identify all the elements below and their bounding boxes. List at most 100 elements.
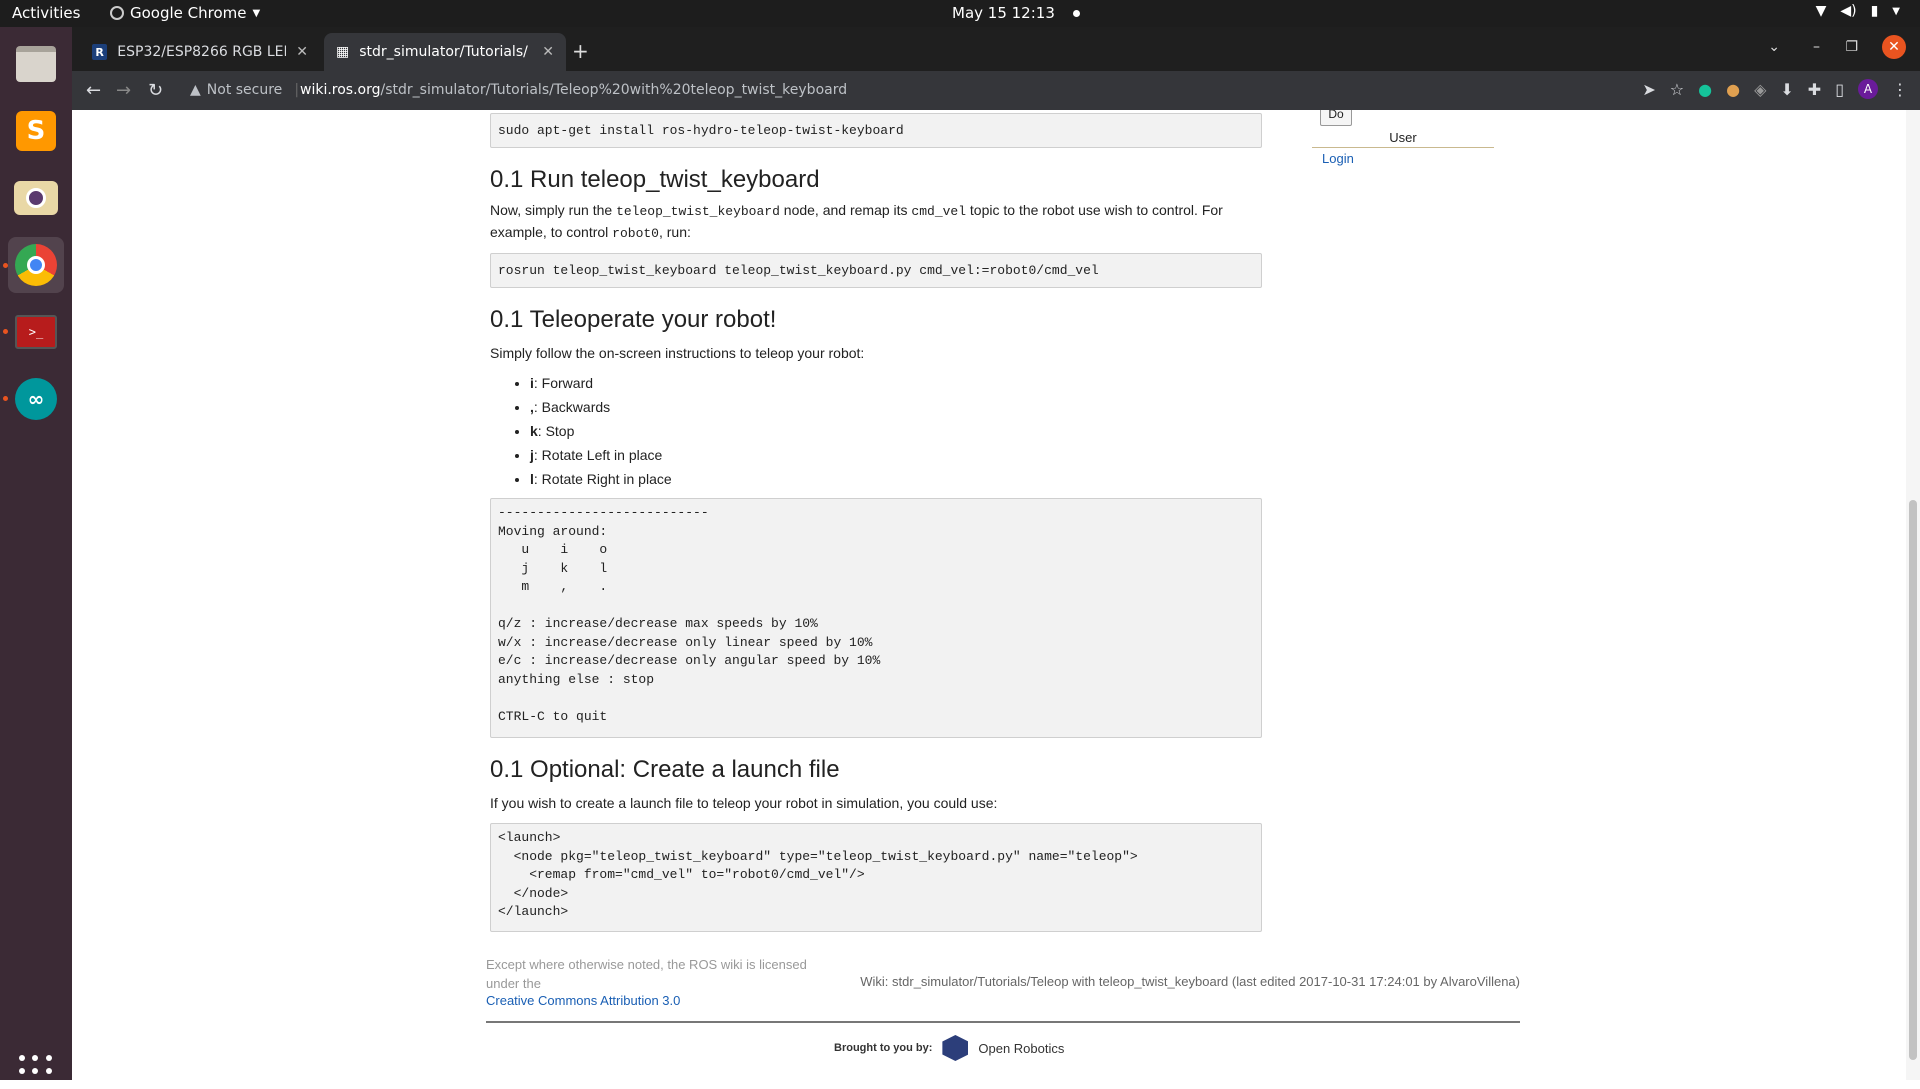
- clock[interactable]: May 15 12:13: [952, 4, 1080, 22]
- chrome-icon: [15, 244, 57, 286]
- key-desc: : Rotate Left in place: [533, 447, 663, 463]
- dock-files[interactable]: [8, 36, 64, 92]
- new-tab-button[interactable]: +: [572, 39, 589, 63]
- files-icon: [16, 46, 56, 82]
- run-heading: 0.1 Run teleop_twist_keyboard: [490, 166, 820, 193]
- wifi-icon: ▼: [1815, 3, 1827, 19]
- terminal-icon: >_: [15, 315, 57, 349]
- page-info: Wiki: stdr_simulator/Tutorials/Teleop wi…: [860, 974, 1520, 989]
- address-bar[interactable]: wiki.ros.org/stdr_simulator/Tutorials/Te…: [300, 82, 847, 98]
- minimize-button[interactable]: –: [1813, 39, 1820, 55]
- caret-down-icon: ▼: [252, 7, 261, 19]
- chrome-small-icon: [110, 6, 124, 20]
- extension-owl-icon[interactable]: ●: [1726, 80, 1740, 99]
- maximize-button[interactable]: ❐: [1845, 39, 1858, 55]
- running-indicator: [3, 396, 8, 401]
- install-code-block: sudo apt-get install ros-hydro-teleop-tw…: [490, 113, 1262, 148]
- url-path: /stdr_simulator/Tutorials/Teleop%20with%…: [380, 82, 848, 98]
- tab-search-icon[interactable]: ⌄: [1768, 39, 1780, 55]
- run-text-4: , run:: [658, 224, 691, 240]
- sponsor-name: Open Robotics: [978, 1040, 1065, 1056]
- run-text-1: Now, simply run the: [490, 202, 617, 218]
- sponsor[interactable]: Brought to you by: Open Robotics: [834, 1035, 1064, 1061]
- inline-code: teleop_twist_keyboard: [616, 204, 780, 219]
- tab-close-icon[interactable]: ✕: [542, 44, 554, 60]
- run-paragraph: Now, simply run the teleop_twist_keyboar…: [490, 200, 1262, 244]
- user-heading: User: [1312, 130, 1494, 148]
- side-panel-icon[interactable]: ▯: [1835, 80, 1844, 99]
- dock-camera[interactable]: [8, 170, 64, 226]
- show-applications-icon[interactable]: [19, 1055, 53, 1089]
- list-item: l: Rotate Right in place: [530, 468, 890, 492]
- extension-target-icon[interactable]: ◈: [1754, 80, 1766, 99]
- warning-icon: ▲: [190, 82, 201, 98]
- key-desc: : Backwards: [533, 399, 611, 415]
- back-button[interactable]: ←: [86, 80, 101, 101]
- page-scrollbar[interactable]: [1906, 110, 1920, 1080]
- security-indicator[interactable]: ▲ Not secure |: [190, 82, 299, 98]
- running-indicator: [3, 263, 8, 268]
- app-menu[interactable]: Google Chrome ▼: [110, 4, 260, 22]
- teleop-paragraph: Simply follow the on-screen instructions…: [490, 345, 865, 361]
- activities-button[interactable]: Activities: [12, 4, 80, 22]
- notification-dot-icon: [1072, 9, 1080, 17]
- brought-label: Brought to you by:: [834, 1042, 933, 1054]
- dock-chrome[interactable]: [8, 237, 64, 293]
- dock-sublime[interactable]: S: [8, 103, 64, 159]
- key-desc: : Stop: [537, 423, 575, 439]
- grid-favicon-icon: ▦: [336, 44, 350, 60]
- login-link[interactable]: Login: [1322, 151, 1354, 166]
- gnome-top-bar: Activities Google Chrome ▼ May 15 12:13 …: [0, 0, 1920, 27]
- extensions-puzzle-icon[interactable]: ✚: [1808, 80, 1821, 99]
- key-label: k: [530, 423, 538, 439]
- footer-divider: [486, 1021, 1520, 1023]
- run-code-block: rosrun teleop_twist_keyboard teleop_twis…: [490, 253, 1262, 288]
- license-text: Except where otherwise noted, the ROS wi…: [486, 957, 807, 991]
- security-label: Not secure: [206, 82, 283, 98]
- battery-icon: ▮: [1870, 3, 1879, 19]
- profile-avatar[interactable]: A: [1858, 79, 1878, 99]
- tab-title: ESP32/ESP8266 RGB LED: [117, 44, 287, 60]
- list-item: i: Forward: [530, 372, 890, 396]
- tab-close-icon[interactable]: ✕: [296, 44, 308, 60]
- forward-button[interactable]: →: [116, 80, 131, 101]
- arduino-icon: ∞: [15, 378, 57, 420]
- key-desc: : Rotate Right in place: [533, 471, 672, 487]
- bookmark-star-icon[interactable]: ☆: [1670, 80, 1684, 99]
- camera-icon: [14, 181, 58, 215]
- scrollbar-thumb[interactable]: [1909, 500, 1917, 1060]
- download-icon[interactable]: ⬇: [1780, 80, 1793, 99]
- list-item: j: Rotate Left in place: [530, 444, 890, 468]
- web-page: sudo apt-get install ros-hydro-teleop-tw…: [72, 110, 1920, 1080]
- clock-label: May 15 12:13: [952, 4, 1055, 22]
- license-link[interactable]: Creative Commons Attribution 3.0: [486, 993, 680, 1008]
- reload-button[interactable]: ↻: [148, 80, 163, 101]
- tab-favicon-r-icon: R: [92, 44, 108, 60]
- do-button[interactable]: Do: [1320, 110, 1352, 126]
- dock-terminal[interactable]: >_: [8, 304, 64, 360]
- sublime-text-icon: S: [16, 111, 56, 151]
- tab-esp32[interactable]: R ESP32/ESP8266 RGB LED ✕: [80, 33, 320, 71]
- teleop-heading: 0.1 Teleoperate your robot!: [490, 306, 777, 333]
- tab-stdr-simulator[interactable]: ▦ stdr_simulator/Tutorials/ ✕: [324, 33, 566, 71]
- browser-toolbar: ← → ↻ ▲ Not secure | wiki.ros.org/stdr_s…: [72, 71, 1920, 110]
- launch-heading: 0.1 Optional: Create a launch file: [490, 756, 840, 783]
- grammarly-icon[interactable]: ●: [1698, 80, 1712, 99]
- run-text-2: node, and remap its: [779, 202, 912, 218]
- system-tray[interactable]: ▼ ◀) ▮ ▼: [1816, 3, 1900, 19]
- extension-toolbar: ➤ ☆ ● ● ◈ ⬇ ✚ ▯ A ⋮: [1642, 79, 1908, 99]
- launch-code-block: <launch> <node pkg="teleop_twist_keyboar…: [490, 823, 1262, 932]
- launch-paragraph: If you wish to create a launch file to t…: [490, 795, 998, 811]
- open-robotics-logo-icon: [942, 1035, 969, 1061]
- volume-icon: ◀): [1840, 3, 1857, 19]
- tab-title: stdr_simulator/Tutorials/: [359, 44, 528, 60]
- dock-arduino[interactable]: ∞: [8, 371, 64, 427]
- tab-strip: R ESP32/ESP8266 RGB LED ✕ ▦ stdr_simulat…: [72, 27, 1920, 71]
- chrome-menu-icon[interactable]: ⋮: [1892, 80, 1908, 99]
- window-close-button[interactable]: ✕: [1882, 35, 1906, 59]
- keyboard-help-code-block: --------------------------- Moving aroun…: [490, 498, 1262, 738]
- send-icon[interactable]: ➤: [1642, 80, 1655, 99]
- app-menu-label: Google Chrome: [130, 4, 247, 22]
- inline-code: cmd_vel: [911, 204, 967, 219]
- list-item: ,: Backwards: [530, 396, 890, 420]
